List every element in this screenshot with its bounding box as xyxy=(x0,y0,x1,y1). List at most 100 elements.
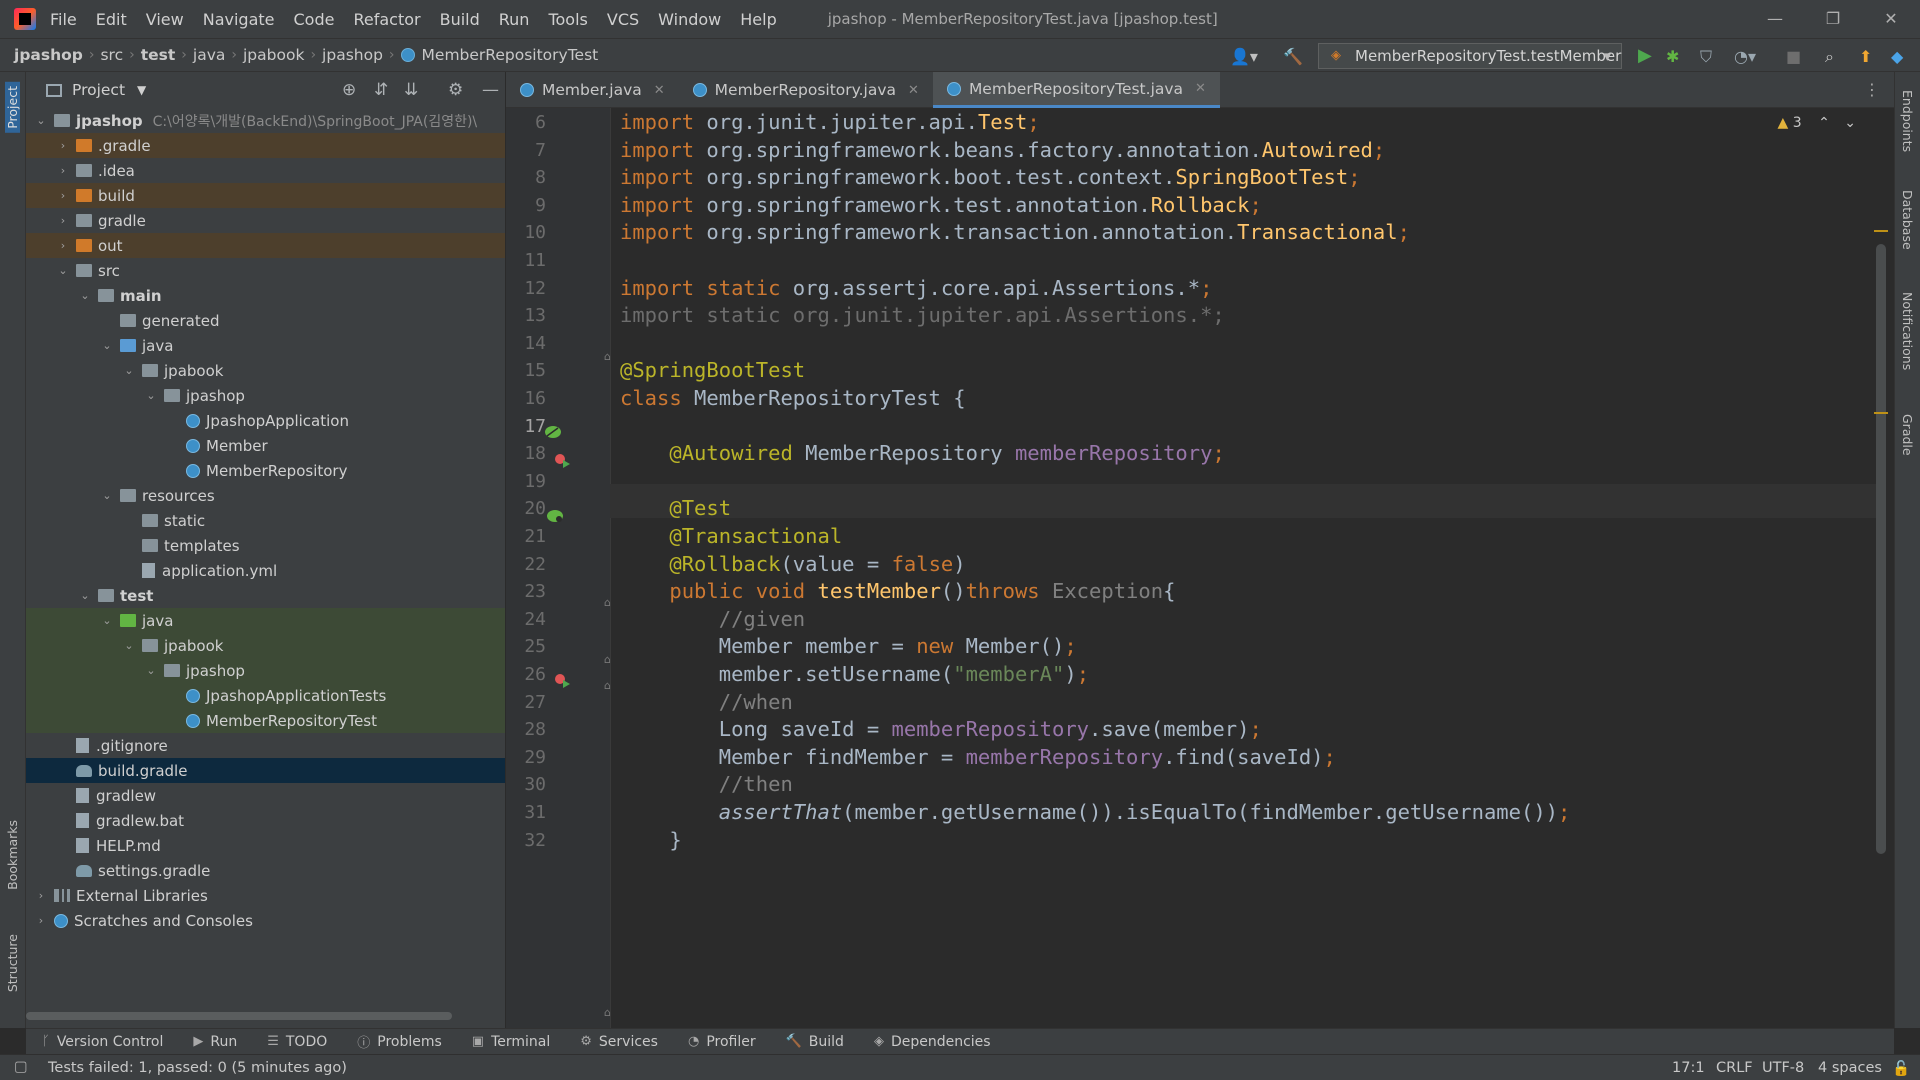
chevron-right-icon[interactable]: › xyxy=(56,214,70,227)
tree-item[interactable]: ⌄ main xyxy=(26,283,505,308)
tree-root[interactable]: ⌄ jpashop C:\어양록\개발(BackEnd)\SpringBoot_… xyxy=(26,108,505,133)
chevron-right-icon[interactable]: › xyxy=(34,914,48,927)
more-tabs-icon[interactable]: ⋮ xyxy=(1864,80,1880,99)
crumb-src[interactable]: src xyxy=(100,46,123,64)
spring-bean-icon[interactable] xyxy=(544,424,562,440)
code-line[interactable]: Member findMember = memberRepository.fin… xyxy=(620,745,1336,769)
tree-item[interactable]: ⌄ test xyxy=(26,583,505,608)
chevron-right-icon[interactable]: › xyxy=(56,139,70,152)
update-icon[interactable]: ⬆ xyxy=(1859,47,1872,66)
fold-icon[interactable]: ⌂ xyxy=(604,653,611,666)
menu-edit[interactable]: Edit xyxy=(96,10,127,29)
tree-item[interactable]: ⌄ java xyxy=(26,608,505,633)
version-control-button[interactable]: ᚴ Version Control xyxy=(42,1034,163,1050)
chevron-down-icon[interactable]: ⌄ xyxy=(144,389,158,402)
code-line[interactable]: @Autowired MemberRepository memberReposi… xyxy=(620,441,1224,465)
tree-item[interactable]: ⌄ jpabook xyxy=(26,358,505,383)
run-test-icon[interactable] xyxy=(554,673,572,689)
chevron-down-icon[interactable]: ⌄ xyxy=(34,114,48,127)
chevron-right-icon[interactable]: › xyxy=(56,164,70,177)
menu-vcs[interactable]: VCS xyxy=(607,10,639,29)
chevron-down-icon[interactable]: ⌄ xyxy=(122,364,136,377)
structure-tool-button[interactable]: Structure xyxy=(5,934,20,992)
crumb-class[interactable]: MemberRepositoryTest xyxy=(422,46,599,64)
coverage-icon[interactable]: ⛉ xyxy=(1700,47,1712,67)
chevron-down-icon[interactable]: ⌄ xyxy=(100,339,114,352)
tree-item[interactable]: application.yml xyxy=(26,558,505,583)
tree-item[interactable]: ⌄ src xyxy=(26,258,505,283)
close-icon[interactable]: ✕ xyxy=(908,83,919,98)
tree-item[interactable]: Member xyxy=(26,433,505,458)
tree-item[interactable]: generated xyxy=(26,308,505,333)
code-line[interactable]: assertThat(member.getUsername()).isEqual… xyxy=(620,800,1571,824)
code-line[interactable]: //given xyxy=(620,607,805,631)
tree-item[interactable]: ⌄ resources xyxy=(26,483,505,508)
run-icon[interactable]: ▶ xyxy=(1638,45,1652,66)
tree-item[interactable]: › .idea xyxy=(26,158,505,183)
tree-item[interactable]: static xyxy=(26,508,505,533)
crumb-jpashop-pkg[interactable]: jpashop xyxy=(322,46,383,64)
tree-item[interactable]: JpashopApplicationTests xyxy=(26,683,505,708)
code-line[interactable]: member.setUsername("memberA"); xyxy=(620,662,1089,686)
run-button[interactable]: ▶ Run xyxy=(193,1034,237,1050)
status-message[interactable]: Tests failed: 1, passed: 0 (5 minutes ag… xyxy=(48,1060,347,1076)
expand-all-icon[interactable]: ⇵ xyxy=(374,80,388,100)
horizontal-scrollbar[interactable] xyxy=(26,1012,452,1020)
code-line[interactable]: public void testMember()throws Exception… xyxy=(620,579,1175,603)
menu-window[interactable]: Window xyxy=(658,10,721,29)
tree-item[interactable]: templates xyxy=(26,533,505,558)
tree-item[interactable]: MemberRepository xyxy=(26,458,505,483)
close-icon[interactable]: ✕ xyxy=(1862,0,1920,38)
stop-icon[interactable]: ■ xyxy=(1786,47,1801,66)
chevron-down-icon[interactable]: ⌄ xyxy=(144,664,158,677)
chevron-down-icon[interactable]: ▼ xyxy=(137,83,146,97)
code-line[interactable]: import org.springframework.boot.test.con… xyxy=(620,165,1361,189)
hide-icon[interactable]: — xyxy=(482,80,499,100)
tab-member-repository-test-java[interactable]: MemberRepositoryTest.java ✕ xyxy=(932,72,1220,108)
code-line[interactable]: } xyxy=(620,828,681,852)
code-line[interactable]: @Transactional xyxy=(620,524,842,548)
project-tool-button[interactable]: Project xyxy=(5,82,20,133)
profile-icon[interactable]: ◔▾ xyxy=(1734,47,1756,66)
menu-build[interactable]: Build xyxy=(440,10,480,29)
endpoints-tool-button[interactable]: Endpoints xyxy=(1900,90,1915,152)
menu-file[interactable]: File xyxy=(50,10,77,29)
tree-item[interactable]: HELP.md xyxy=(26,833,505,858)
code-line[interactable]: import static org.assertj.core.api.Asser… xyxy=(620,276,1212,300)
problems-button[interactable]: ⓘ Problems xyxy=(357,1032,442,1052)
code-line[interactable]: import org.springframework.transaction.a… xyxy=(620,220,1410,244)
profiler-button[interactable]: ◔ Profiler xyxy=(688,1034,756,1050)
code-line[interactable]: //then xyxy=(620,772,793,796)
menu-tools[interactable]: Tools xyxy=(548,10,587,29)
tree-item[interactable]: .gitignore xyxy=(26,733,505,758)
services-button[interactable]: ⚙ Services xyxy=(580,1034,658,1050)
tree-item[interactable]: JpashopApplication xyxy=(26,408,505,433)
fold-icon[interactable]: ⌂ xyxy=(604,679,611,692)
file-encoding[interactable]: UTF-8 xyxy=(1762,1060,1804,1076)
tree-item[interactable]: ⌄ jpabook xyxy=(26,633,505,658)
search-icon[interactable]: ⌕ xyxy=(1825,47,1834,67)
code-line[interactable]: @SpringBootTest xyxy=(620,358,805,382)
close-icon[interactable]: ✕ xyxy=(654,83,665,98)
code-line[interactable]: //when xyxy=(620,690,793,714)
tab-member-repository-java[interactable]: MemberRepository.java ✕ xyxy=(679,72,933,108)
chevron-down-icon[interactable]: ⌄ xyxy=(100,489,114,502)
tab-member-java[interactable]: Member.java ✕ xyxy=(506,72,679,108)
menu-navigate[interactable]: Navigate xyxy=(203,10,275,29)
code-line[interactable]: import org.junit.jupiter.api.Test; xyxy=(620,110,1040,134)
code-line[interactable]: @Test xyxy=(620,496,731,520)
chevron-down-icon[interactable]: ⌄ xyxy=(78,289,92,302)
menu-refactor[interactable]: Refactor xyxy=(353,10,420,29)
code-line[interactable]: import org.springframework.test.annotati… xyxy=(620,193,1262,217)
tree-item[interactable]: ⌄ java xyxy=(26,333,505,358)
code-line[interactable]: @Rollback(value = false) xyxy=(620,552,965,576)
code-line[interactable]: Long saveId = memberRepository.save(memb… xyxy=(620,717,1262,741)
code-line[interactable]: class MemberRepositoryTest { xyxy=(620,386,966,410)
crumb-jpabook[interactable]: jpabook xyxy=(243,46,304,64)
chevron-down-icon[interactable]: ⌄ xyxy=(1844,115,1856,131)
tree-item[interactable]: › Scratches and Consoles xyxy=(26,908,505,933)
tree-item[interactable]: › .gradle xyxy=(26,133,505,158)
editor-gutter[interactable]: 6 7 8 9 10 11 12 13 14 15 16 17 18 19 20 21 22 23 24 25 26 27… xyxy=(506,108,611,1028)
fold-icon[interactable]: ⌂ xyxy=(604,596,611,609)
tree-item[interactable]: › gradle xyxy=(26,208,505,233)
